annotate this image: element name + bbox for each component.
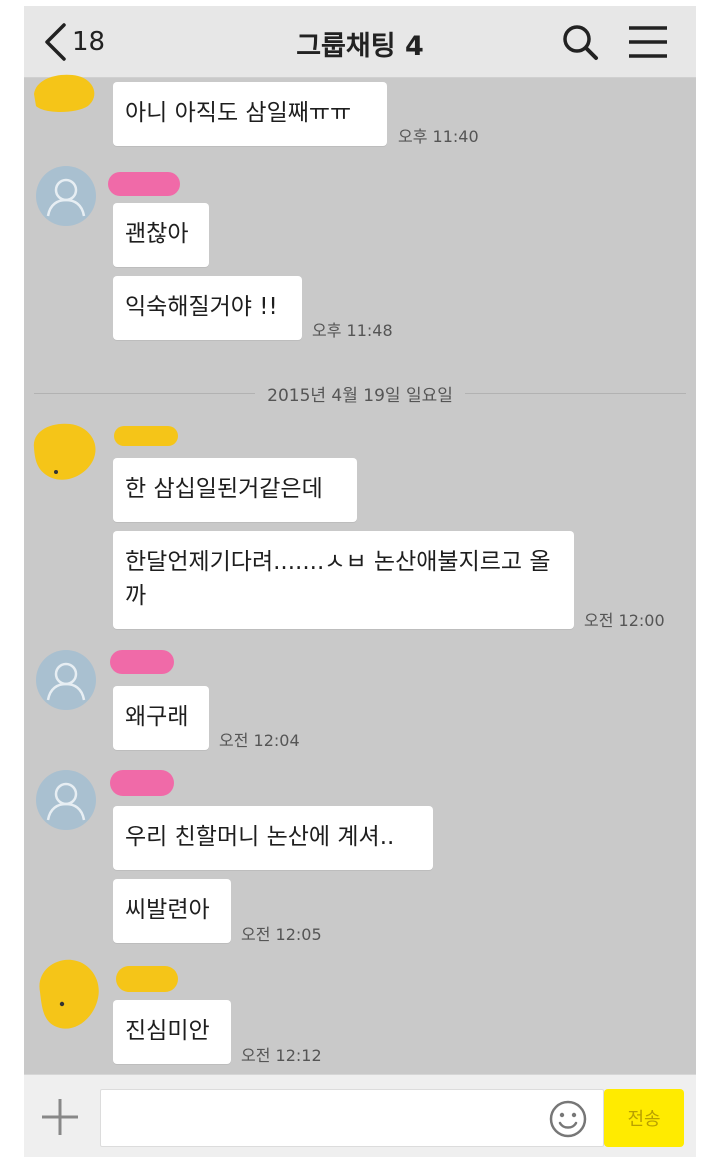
message-bubble[interactable]: 한 삼십일된거같은데 xyxy=(113,458,357,522)
message-time: 오전 12:12 xyxy=(241,1046,322,1065)
avatar[interactable] xyxy=(36,166,96,226)
avatar[interactable] xyxy=(30,70,100,114)
avatar[interactable] xyxy=(28,420,100,486)
default-profile-icon xyxy=(46,178,86,217)
message-bubble[interactable]: 괜찮아 xyxy=(113,203,209,267)
message-time: 오전 12:00 xyxy=(584,611,665,630)
top-bar: 18 그룹채팅 4 xyxy=(24,6,696,78)
message-bubble[interactable]: 왜구래 xyxy=(113,686,209,750)
menu-icon[interactable] xyxy=(626,22,670,62)
search-icon[interactable] xyxy=(558,20,602,64)
unread-count: 18 xyxy=(72,27,106,57)
message-time: 오후 11:40 xyxy=(398,127,479,146)
emoji-icon[interactable] xyxy=(548,1099,588,1139)
chat-screen: 18 그룹채팅 4 아니 아직도 삼일째ㅠㅠ 오후 11:40 괜찮아 익숙해질… xyxy=(24,6,696,1157)
message-input-bar: 전송 xyxy=(24,1074,696,1157)
back-button[interactable]: 18 xyxy=(42,20,105,64)
default-profile-icon xyxy=(46,662,86,701)
message-time: 오전 12:04 xyxy=(219,731,300,750)
default-profile-icon xyxy=(46,782,86,821)
message-bubble[interactable]: 진심미안 xyxy=(113,1000,231,1064)
back-arrow-icon xyxy=(45,23,66,61)
message-bubble[interactable]: 익숙해질거야 !! xyxy=(113,276,302,340)
message-input[interactable] xyxy=(100,1089,604,1147)
sender-name-redacted xyxy=(110,770,174,796)
message-bubble[interactable]: 아니 아직도 삼일째ㅠㅠ xyxy=(113,82,387,146)
send-button[interactable]: 전송 xyxy=(604,1089,684,1147)
message-bubble[interactable]: 씨발련아 xyxy=(113,879,231,943)
sender-name-redacted xyxy=(116,966,178,992)
message-time: 오후 11:48 xyxy=(312,321,393,340)
date-divider: 2015년 4월 19일 일요일 xyxy=(34,378,687,408)
avatar[interactable] xyxy=(36,770,96,830)
message-time: 오전 12:05 xyxy=(241,925,322,944)
plus-icon[interactable] xyxy=(38,1095,82,1139)
sender-name-redacted xyxy=(110,650,174,674)
message-bubble[interactable]: 한달언제기다려.......ㅅㅂ 논산애불지르고 올까 xyxy=(113,531,574,629)
avatar[interactable] xyxy=(32,956,102,1034)
sender-name-redacted xyxy=(114,426,178,446)
message-bubble[interactable]: 우리 친할머니 논산에 계셔.. xyxy=(113,806,433,870)
date-divider-label: 2015년 4월 19일 일요일 xyxy=(267,385,453,406)
sender-name-redacted xyxy=(108,172,180,196)
avatar[interactable] xyxy=(36,650,96,710)
